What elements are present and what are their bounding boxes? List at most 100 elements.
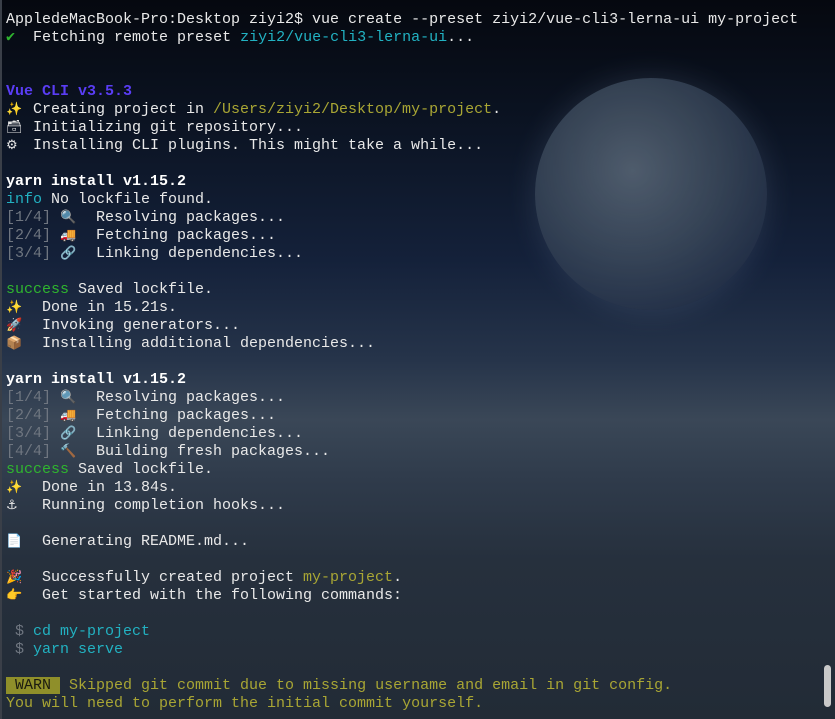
- card-file-box-icon: 🗃: [6, 120, 23, 135]
- terminal-line: WARN Skipped git commit due to missing u…: [6, 677, 821, 695]
- party-popper-icon: 🎉: [6, 570, 23, 585]
- terminal-text: Linking dependencies...: [87, 425, 304, 442]
- terminal-line: [2/4] 🚚 Fetching packages...: [6, 407, 821, 425]
- terminal-text: /Users/ziyi2/Desktop/my-project: [213, 101, 493, 118]
- terminal-line: You will need to perform the initial com…: [6, 695, 821, 713]
- terminal-line: 👉 Get started with the following command…: [6, 587, 821, 605]
- terminal-text: $: [6, 623, 34, 640]
- terminal-text: success: [6, 281, 70, 298]
- terminal-text: success: [6, 461, 70, 478]
- scrollbar[interactable]: [824, 665, 831, 707]
- terminal-line: yarn install v1.15.2: [6, 173, 821, 191]
- warn-badge: WARN: [6, 677, 61, 694]
- terminal-text: Invoking generators...: [33, 317, 241, 334]
- terminal-line: [1/4] 🔍 Resolving packages...: [6, 209, 821, 227]
- terminal-line: 🗃 Initializing git repository...: [6, 119, 821, 137]
- terminal-text: Initializing git repository...: [33, 119, 304, 136]
- terminal-text: yarn install v1.15.2: [6, 173, 187, 190]
- package-icon: 📦: [6, 336, 23, 351]
- terminal-text: .: [492, 101, 502, 118]
- terminal-text: Fetching remote preset: [15, 29, 241, 46]
- rocket-icon: 🚀: [6, 318, 23, 333]
- terminal-text: Done in 15.21s.: [33, 299, 178, 316]
- terminal-text: Building fresh packages...: [87, 443, 331, 460]
- terminal-text: You will need to perform the initial com…: [6, 695, 484, 712]
- terminal-line: 📦 Installing additional dependencies...: [6, 335, 821, 353]
- terminal-text: Saved lockfile.: [69, 461, 214, 478]
- terminal-text: AppledeMacBook-Pro:Desktop ziyi2$ vue cr…: [6, 11, 799, 28]
- terminal-text: Running completion hooks...: [33, 497, 286, 514]
- terminal-line: ⚙ Installing CLI plugins. This might take…: [6, 137, 821, 155]
- terminal-text: Resolving packages...: [87, 389, 286, 406]
- terminal-text: Saved lockfile.: [69, 281, 214, 298]
- terminal-text: Linking dependencies...: [87, 245, 304, 262]
- terminal-line: 📄 Generating README.md...: [6, 533, 821, 551]
- window-edge: [0, 0, 2, 719]
- magnifier-icon: 🔍: [60, 210, 77, 225]
- hammer-icon: 🔨: [60, 444, 77, 459]
- terminal-text: [3/4]: [6, 245, 61, 262]
- anchor-icon: ⚓: [6, 498, 18, 513]
- terminal-text: [3/4]: [6, 425, 61, 442]
- terminal-text: [4/4]: [6, 443, 61, 460]
- terminal-line: 🎉 Successfully created project my-projec…: [6, 569, 821, 587]
- terminal-text: No lockfile found.: [42, 191, 214, 208]
- terminal-line: ✨ Done in 15.21s.: [6, 299, 821, 317]
- terminal-text: Installing CLI plugins. This might take …: [33, 137, 484, 154]
- terminal-text: Fetching packages...: [87, 227, 277, 244]
- terminal-text: info: [6, 191, 43, 208]
- terminal-line: yarn install v1.15.2: [6, 371, 821, 389]
- terminal-line: [2/4] 🚚 Fetching packages...: [6, 227, 821, 245]
- terminal-text: Successfully created project: [33, 569, 304, 586]
- terminal-text: yarn serve: [33, 641, 124, 658]
- terminal-text: Fetching packages...: [87, 407, 277, 424]
- magnifier-icon: 🔍: [60, 390, 77, 405]
- terminal-line: success Saved lockfile.: [6, 281, 821, 299]
- terminal-line: AppledeMacBook-Pro:Desktop ziyi2$ vue cr…: [6, 11, 821, 29]
- terminal-line: ✨ Creating project in /Users/ziyi2/Deskto…: [6, 101, 821, 119]
- terminal-line: info No lockfile found.: [6, 191, 821, 209]
- terminal-text: Resolving packages...: [87, 209, 286, 226]
- terminal-line: ✔ Fetching remote preset ziyi2/vue-cli3-…: [6, 29, 821, 47]
- terminal-text: Vue CLI v3.5.3: [6, 83, 133, 100]
- truck-icon: 🚚: [60, 228, 77, 243]
- terminal-line: ✨ Done in 13.84s.: [6, 479, 821, 497]
- terminal-text: ziyi2/vue-cli3-lerna-ui: [240, 29, 448, 46]
- terminal-text: Installing additional dependencies...: [33, 335, 376, 352]
- terminal-text: [2/4]: [6, 407, 61, 424]
- terminal-line: 🚀 Invoking generators...: [6, 317, 821, 335]
- pointing-hand-icon: 👉: [6, 588, 23, 603]
- terminal-line: $ cd my-project: [6, 623, 821, 641]
- terminal-line: [1/4] 🔍 Resolving packages...: [6, 389, 821, 407]
- terminal-text: Skipped git commit due to missing userna…: [60, 677, 673, 694]
- terminal-text: [2/4]: [6, 227, 61, 244]
- terminal-text: [1/4]: [6, 389, 61, 406]
- terminal-text: ...: [447, 29, 475, 46]
- link-icon: 🔗: [60, 246, 77, 261]
- document-icon: 📄: [6, 534, 23, 549]
- terminal-line: $ yarn serve: [6, 641, 821, 659]
- terminal-line: Vue CLI v3.5.3: [6, 83, 821, 101]
- terminal-text: Get started with the following commands:: [33, 587, 403, 604]
- terminal-text: yarn install v1.15.2: [6, 371, 187, 388]
- terminal-text: Generating README.md...: [33, 533, 250, 550]
- terminal-text: Done in 13.84s.: [33, 479, 178, 496]
- checkmark-icon: ✔: [6, 29, 16, 46]
- sparkles-icon: ✨: [6, 480, 23, 495]
- terminal-text: my-project: [303, 569, 394, 586]
- sparkles-icon: ✨: [6, 102, 23, 117]
- terminal-text: cd my-project: [33, 623, 151, 640]
- terminal-line: [3/4] 🔗 Linking dependencies...: [6, 425, 821, 443]
- sparkles-icon: ✨: [6, 300, 23, 315]
- link-icon: 🔗: [60, 426, 77, 441]
- terminal-text: $: [6, 641, 34, 658]
- terminal-line: ⚓ Running completion hooks...: [6, 497, 821, 515]
